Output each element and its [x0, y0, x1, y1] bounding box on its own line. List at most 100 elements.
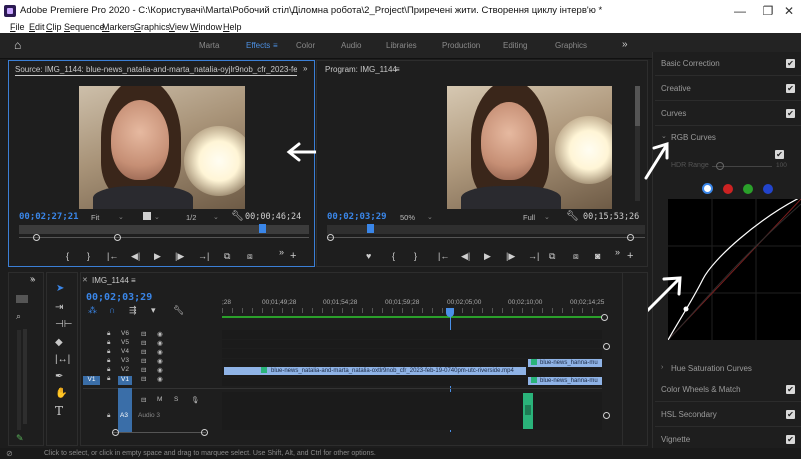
hue-sat-chevron-icon[interactable]: ›: [661, 364, 663, 371]
workspace-overflow-icon[interactable]: »: [622, 39, 628, 50]
program-zoom-chevron-icon[interactable]: ⌄: [427, 213, 433, 221]
hdr-range-knob[interactable]: [716, 162, 724, 170]
lumetri-hsl-secondary[interactable]: HSL Secondary ✔: [655, 403, 801, 427]
track-v2-sync-icon[interactable]: ⊟: [141, 366, 146, 374]
close-window-button[interactable]: ✕: [775, 3, 801, 19]
workspace-graphics[interactable]: Graphics: [555, 41, 587, 50]
workspace-audio[interactable]: Audio: [341, 41, 361, 50]
timeline-close-icon[interactable]: ✕: [82, 276, 88, 284]
menu-graphics[interactable]: Graphics: [134, 22, 170, 32]
lumetri-color-wheels[interactable]: Color Wheels & Match ✔: [655, 378, 801, 402]
source-monitor-tab[interactable]: Source: IMG_1144: blue-news_natalia-and-…: [15, 65, 297, 76]
ripple-edit-tool-icon[interactable]: ⊣⊢: [55, 319, 72, 330]
timeline-vscroll-knob-top[interactable]: [603, 343, 610, 350]
hdr-range-checkbox[interactable]: ✔: [775, 150, 784, 159]
slip-tool-icon[interactable]: |↔|: [55, 354, 70, 365]
source-resolution-select[interactable]: 1/2: [186, 213, 196, 222]
track-a3-lock-icon[interactable]: 🔒︎: [107, 412, 110, 420]
project-scrollbar[interactable]: [23, 329, 27, 424]
source-fit-select[interactable]: Fit: [91, 213, 99, 222]
selection-tool-icon[interactable]: ➤: [56, 283, 64, 294]
timeline-horizontal-scroll[interactable]: [112, 432, 206, 433]
menu-markers[interactable]: Markers: [102, 22, 135, 32]
program-step-forward-icon[interactable]: |▶: [506, 251, 515, 261]
track-v2-eye-icon[interactable]: ◉: [157, 366, 163, 374]
work-area-bar[interactable]: [222, 316, 602, 318]
program-step-back-icon[interactable]: ◀|: [461, 251, 470, 261]
audio-clip-green[interactable]: [523, 393, 533, 429]
menu-help[interactable]: Help: [223, 22, 242, 32]
razor-tool-icon[interactable]: ◆: [55, 337, 63, 348]
lumetri-creative[interactable]: Creative ✔: [655, 77, 801, 101]
audio-track-area[interactable]: [222, 392, 602, 430]
program-mark-out-icon[interactable]: }: [414, 251, 417, 261]
source-play-icon[interactable]: ▶: [154, 251, 161, 261]
workspace-color[interactable]: Color: [296, 41, 315, 50]
track-v4-eye-icon[interactable]: ◉: [157, 348, 163, 356]
program-scrub-bar[interactable]: [327, 225, 645, 234]
rgb-curves-label[interactable]: RGB Curves: [671, 133, 716, 142]
track-v4-lock-icon[interactable]: 🔒︎: [107, 348, 110, 356]
timeline-tab-menu-icon[interactable]: ≡: [131, 276, 136, 285]
lumetri-color-wheels-checkbox[interactable]: ✔: [786, 385, 795, 394]
lumetri-creative-checkbox[interactable]: ✔: [786, 84, 795, 93]
track-v2-lock-icon[interactable]: 🔒︎: [107, 366, 110, 374]
source-go-to-out-icon[interactable]: →|: [198, 251, 209, 261]
source-zoom-knob-left[interactable]: [33, 234, 40, 241]
source-resolution-chevron-icon[interactable]: ⌄: [213, 213, 219, 221]
source-zoom-knob-right[interactable]: [114, 234, 121, 241]
curve-channel-blue[interactable]: [763, 184, 773, 194]
menu-file[interactable]: File: [10, 22, 25, 32]
source-add-button-icon[interactable]: +: [290, 251, 296, 262]
v1-source-patch[interactable]: V1: [83, 376, 100, 385]
source-overflow-icon[interactable]: »: [303, 64, 307, 73]
clip-main-video[interactable]: blue-news_natalia-and-marta_natalia-oxtl…: [224, 367, 526, 375]
timeline-settings-icon[interactable]: 🔧︎: [173, 305, 184, 316]
audio-sync-icon[interactable]: ⊟: [141, 396, 146, 404]
lumetri-curves[interactable]: Curves ✔: [655, 102, 801, 126]
source-settings-icon[interactable]: [143, 212, 151, 220]
lumetri-basic-correction[interactable]: Basic Correction ✔: [655, 52, 801, 76]
program-more-icon[interactable]: »: [615, 247, 620, 257]
track-v5-eye-icon[interactable]: ◉: [157, 339, 163, 347]
program-zoom-select[interactable]: 50%: [400, 213, 415, 222]
program-mark-in-icon[interactable]: {: [392, 251, 395, 261]
track-v1-eye-icon[interactable]: ◉: [157, 375, 163, 383]
menu-view[interactable]: View: [169, 22, 188, 32]
timeline-vscroll-knob-bottom[interactable]: [603, 412, 610, 419]
add-marker-icon[interactable]: ▾: [151, 305, 156, 316]
hue-saturation-curves-label[interactable]: Hue Saturation Curves: [671, 364, 752, 373]
curve-channel-white[interactable]: [702, 183, 713, 194]
program-wrench-icon[interactable]: 🔧︎: [566, 211, 579, 222]
track-v3-lock-icon[interactable]: 🔒︎: [107, 357, 110, 365]
menu-edit[interactable]: Edit: [29, 22, 45, 32]
track-v1-lock-icon[interactable]: 🔒︎: [107, 375, 110, 383]
program-monitor-tab[interactable]: Program: IMG_1144: [325, 65, 397, 74]
workspace-marta[interactable]: Marta: [199, 41, 219, 50]
snap-icon[interactable]: ⁂: [88, 305, 97, 316]
audio-mute-label[interactable]: M: [157, 396, 162, 403]
menu-window[interactable]: Window: [190, 22, 222, 32]
track-select-tool-icon[interactable]: ⇥: [55, 302, 63, 313]
program-add-button-icon[interactable]: +: [627, 251, 633, 262]
track-v6-sync-icon[interactable]: ⊟: [141, 330, 146, 338]
source-go-to-in-icon[interactable]: |←: [107, 251, 118, 261]
program-add-marker-icon[interactable]: ♥: [366, 251, 371, 261]
program-lift-icon[interactable]: ⧉: [549, 251, 555, 261]
project-bin-icon[interactable]: [16, 295, 28, 303]
timeline-hscroll-knob-right[interactable]: [201, 429, 208, 436]
hand-tool-icon[interactable]: ✋: [55, 388, 67, 399]
audio-solo-label[interactable]: S: [174, 396, 178, 403]
source-timecode[interactable]: 00;02;27;21: [19, 212, 79, 222]
curve-channel-red[interactable]: [723, 184, 733, 194]
timeline-hscroll-knob-left[interactable]: [112, 429, 119, 436]
curve-channel-green[interactable]: [743, 184, 753, 194]
track-v1-label[interactable]: V1: [118, 376, 132, 385]
track-v1-sync-icon[interactable]: ⊟: [141, 375, 146, 383]
linked-selection-icon[interactable]: ∩: [109, 305, 115, 315]
track-v5-sync-icon[interactable]: ⊟: [141, 339, 146, 347]
program-zoom-knob-right[interactable]: [627, 234, 634, 241]
source-overwrite-icon[interactable]: ⧈: [247, 251, 253, 261]
program-go-to-in-icon[interactable]: |←: [438, 251, 449, 261]
source-step-back-icon[interactable]: ◀|: [131, 251, 140, 261]
